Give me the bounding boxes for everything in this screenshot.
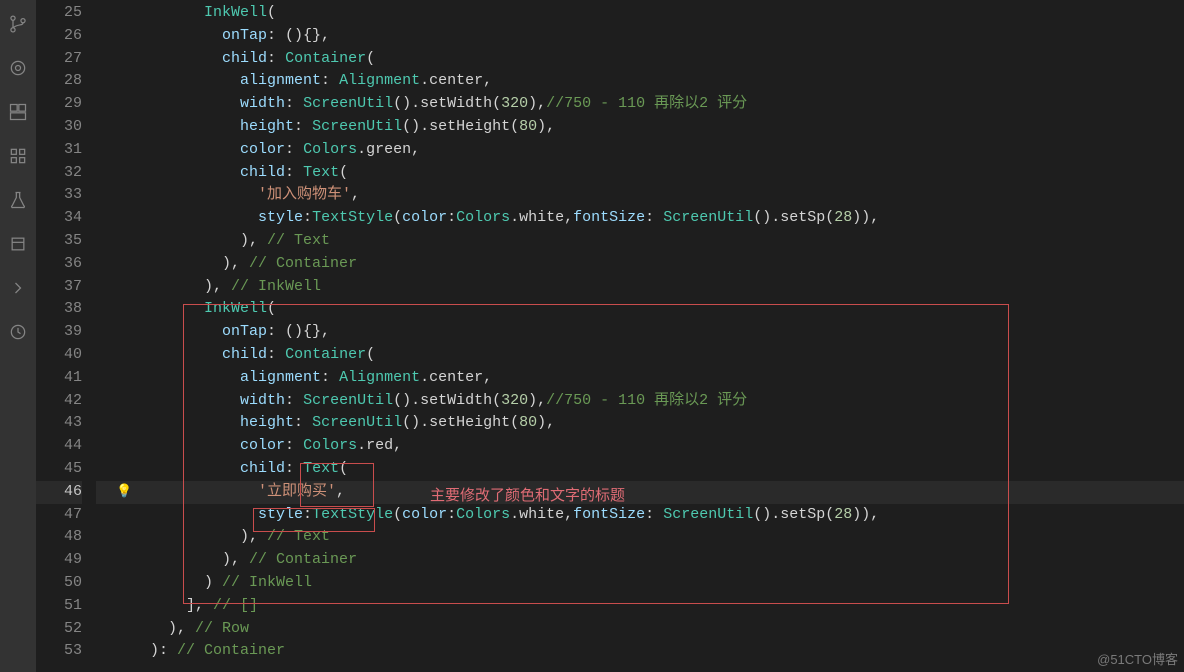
- code-line[interactable]: ), // Container: [96, 549, 1184, 572]
- chevron-icon[interactable]: [6, 276, 30, 300]
- target-icon[interactable]: [6, 56, 30, 80]
- code-line[interactable]: ], // []: [96, 595, 1184, 618]
- package-icon[interactable]: [6, 232, 30, 256]
- line-number: 36: [36, 253, 82, 276]
- line-number: 37: [36, 276, 82, 299]
- line-number: 41: [36, 367, 82, 390]
- code-line[interactable]: InkWell(: [96, 2, 1184, 25]
- code-line[interactable]: ), // Text: [96, 230, 1184, 253]
- line-number: 45: [36, 458, 82, 481]
- line-number: 27: [36, 48, 82, 71]
- line-number: 33: [36, 184, 82, 207]
- line-number: 28: [36, 70, 82, 93]
- code-line[interactable]: InkWell(: [96, 298, 1184, 321]
- line-number: 49: [36, 549, 82, 572]
- circle-icon[interactable]: [6, 320, 30, 344]
- line-number: 48: [36, 526, 82, 549]
- code-line[interactable]: child: Text(: [96, 162, 1184, 185]
- line-number: 44: [36, 435, 82, 458]
- line-number: 38: [36, 298, 82, 321]
- flask-icon[interactable]: [6, 188, 30, 212]
- line-number: 40: [36, 344, 82, 367]
- code-line[interactable]: width: ScreenUtil().setWidth(320),//750 …: [96, 390, 1184, 413]
- code-line[interactable]: onTap: (){},: [96, 321, 1184, 344]
- line-number: 43: [36, 412, 82, 435]
- code-line[interactable]: alignment: Alignment.center,: [96, 367, 1184, 390]
- squares-icon[interactable]: [6, 144, 30, 168]
- line-number: 35: [36, 230, 82, 253]
- code-line[interactable]: ): // Container: [96, 640, 1184, 663]
- code-line[interactable]: height: ScreenUtil().setHeight(80),: [96, 412, 1184, 435]
- code-line[interactable]: height: ScreenUtil().setHeight(80),: [96, 116, 1184, 139]
- line-number: 47: [36, 504, 82, 527]
- code-line[interactable]: '加入购物车',: [96, 184, 1184, 207]
- line-number: 51: [36, 595, 82, 618]
- line-number-gutter: 2526272829303132333435363738394041424344…: [36, 0, 96, 672]
- line-number: 39: [36, 321, 82, 344]
- code-line[interactable]: onTap: (){},: [96, 25, 1184, 48]
- code-line[interactable]: ), // Text: [96, 526, 1184, 549]
- line-number: 46: [36, 481, 82, 504]
- code-line[interactable]: color: Colors.green,: [96, 139, 1184, 162]
- code-line[interactable]: ), // Container: [96, 253, 1184, 276]
- layout-icon[interactable]: [6, 100, 30, 124]
- code-line[interactable]: '立即购买',: [96, 481, 1184, 504]
- line-number: 32: [36, 162, 82, 185]
- lightbulb-icon[interactable]: 💡: [116, 484, 132, 499]
- code-editor[interactable]: InkWell( onTap: (){}, child: Container( …: [96, 0, 1184, 672]
- line-number: 42: [36, 390, 82, 413]
- code-line[interactable]: child: Container(: [96, 344, 1184, 367]
- line-number: 31: [36, 139, 82, 162]
- line-number: 53: [36, 640, 82, 663]
- line-number: 52: [36, 618, 82, 641]
- code-line[interactable]: ), // Row: [96, 618, 1184, 641]
- line-number: 34: [36, 207, 82, 230]
- activity-bar: [0, 0, 36, 672]
- code-line[interactable]: style:TextStyle(color:Colors.white,fontS…: [96, 504, 1184, 527]
- line-number: 29: [36, 93, 82, 116]
- code-line[interactable]: ) // InkWell: [96, 572, 1184, 595]
- line-number: 25: [36, 2, 82, 25]
- code-line[interactable]: alignment: Alignment.center,: [96, 70, 1184, 93]
- branch-icon[interactable]: [6, 12, 30, 36]
- watermark: @51CTO博客: [1097, 649, 1178, 668]
- code-line[interactable]: width: ScreenUtil().setWidth(320),//750 …: [96, 93, 1184, 116]
- code-line[interactable]: style:TextStyle(color:Colors.white,fontS…: [96, 207, 1184, 230]
- code-line[interactable]: ), // InkWell: [96, 276, 1184, 299]
- code-line[interactable]: child: Container(: [96, 48, 1184, 71]
- line-number: 30: [36, 116, 82, 139]
- code-line[interactable]: child: Text(: [96, 458, 1184, 481]
- code-line[interactable]: color: Colors.red,: [96, 435, 1184, 458]
- line-number: 26: [36, 25, 82, 48]
- line-number: 50: [36, 572, 82, 595]
- annotation-label: 主要修改了颜色和文字的标题: [430, 484, 625, 505]
